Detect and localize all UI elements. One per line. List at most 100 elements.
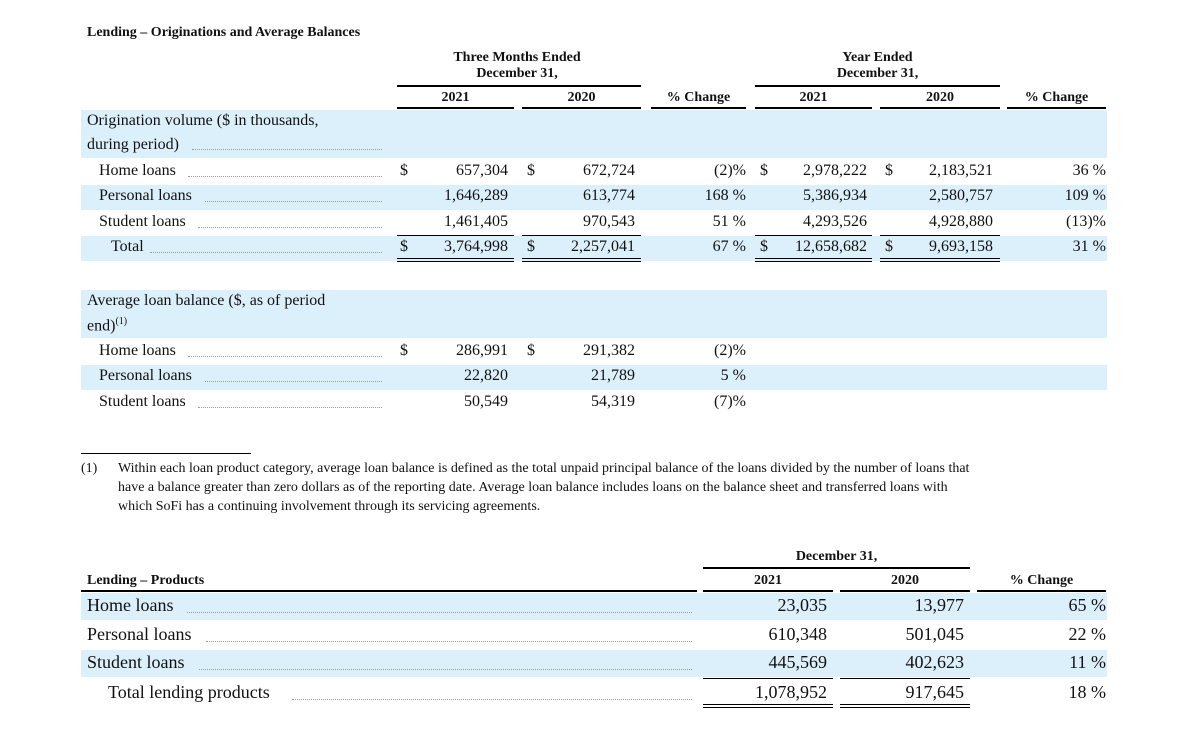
row-label: Student loans — [99, 393, 186, 410]
leader-dots — [188, 176, 382, 177]
cell-qchg: (2)% — [714, 162, 746, 179]
cell-y2020: 9,693,158 — [929, 238, 993, 255]
header-underline — [703, 590, 833, 592]
cell-chg: 18 % — [1068, 682, 1107, 702]
total-double-rule — [840, 707, 970, 708]
cell-q2021: 1,646,289 — [444, 187, 508, 204]
col-2021-header: 2021 — [754, 573, 782, 588]
footnote-line: which SoFi has a continuing involvement … — [118, 499, 541, 514]
cell-2020: 917,645 — [905, 682, 965, 702]
header-three-months-line1: Three Months Ended — [453, 50, 581, 65]
cell-ychg: 109 % — [1064, 187, 1106, 204]
cell-y2021: 5,386,934 — [803, 187, 867, 204]
dollar-sign: $ — [885, 238, 893, 255]
cell-q2021: 286,991 — [456, 342, 508, 359]
col-qchg-header: % Change — [666, 90, 731, 105]
leader-dots — [198, 407, 382, 408]
footnote-marker: (1) — [115, 316, 128, 327]
row-label: Student loans — [87, 652, 185, 672]
header-december: December 31, — [795, 549, 878, 564]
total-double-rule — [880, 258, 1000, 259]
row-label: Total lending products — [108, 682, 270, 702]
footnote-line: have a balance greater than zero dollars… — [118, 480, 948, 495]
leader-dots — [198, 227, 382, 228]
total-rule — [880, 235, 1000, 236]
leader-dots — [187, 612, 692, 613]
leader-dots — [205, 201, 382, 202]
total-double-rule — [397, 261, 514, 262]
dollar-sign: $ — [400, 162, 408, 179]
header-underline — [397, 107, 514, 109]
cell-q2020: 54,319 — [591, 393, 635, 410]
cell-y2021: 2,978,222 — [803, 162, 867, 179]
dollar-sign: $ — [527, 238, 535, 255]
average-label-line2: end)(1) — [87, 316, 127, 335]
cell-qchg: (7)% — [714, 393, 746, 410]
row-label: Home loans — [99, 162, 176, 179]
row-label: Home loans — [99, 342, 176, 359]
cell-2021: 1,078,952 — [755, 682, 827, 702]
total-double-rule — [880, 261, 1000, 262]
leader-dots — [199, 669, 692, 670]
average-label-text: end) — [87, 317, 116, 335]
total-rule — [703, 678, 833, 679]
row-label: Home loans — [87, 595, 174, 615]
header-underline — [977, 590, 1106, 592]
total-double-rule — [755, 258, 872, 259]
cell-q2020: 970,543 — [583, 213, 635, 230]
section-title-originations: Lending – Originations and Average Balan… — [87, 25, 361, 40]
col-y2020-header: 2020 — [926, 90, 954, 105]
cell-2020: 13,977 — [914, 595, 965, 615]
dollar-sign: $ — [400, 342, 408, 359]
cell-y2020: 2,183,521 — [929, 162, 993, 179]
cell-q2020: 291,382 — [583, 342, 635, 359]
total-double-rule — [522, 258, 641, 259]
average-label-line1: Average loan balance ($, as of period — [87, 292, 326, 309]
header-rule — [755, 85, 1000, 87]
cell-q2020: 21,789 — [591, 367, 635, 384]
col-chg-header: % Change — [1009, 573, 1074, 588]
footnote-line: Within each loan product category, avera… — [118, 461, 970, 476]
footnote-text: Within each loan product category, avera… — [118, 459, 969, 516]
cell-q2021: 657,304 — [456, 162, 508, 179]
header-underline — [81, 590, 697, 592]
cell-y2021: 4,293,526 — [803, 213, 867, 230]
cell-qchg: 67 % — [712, 238, 746, 255]
cell-ychg: 31 % — [1072, 238, 1106, 255]
origination-label-line2: during period) — [87, 136, 179, 153]
cell-q2020: 2,257,041 — [571, 238, 635, 255]
header-rule — [703, 567, 970, 569]
cell-q2020: 672,724 — [583, 162, 635, 179]
cell-q2021: 50,549 — [464, 393, 508, 410]
dollar-sign: $ — [885, 162, 893, 179]
cell-chg: 11 % — [1069, 652, 1106, 672]
header-year: Year Ended December 31, — [755, 50, 1000, 82]
header-underline — [651, 107, 746, 109]
cell-ychg: 36 % — [1072, 162, 1106, 179]
total-rule — [522, 235, 641, 236]
total-double-rule — [703, 704, 833, 705]
cell-qchg: 5 % — [720, 367, 746, 384]
cell-y2020: 4,928,880 — [929, 213, 993, 230]
cell-q2021: 22,820 — [464, 367, 508, 384]
cell-2021: 610,348 — [768, 624, 828, 644]
dollar-sign: $ — [527, 162, 535, 179]
row-label: Personal loans — [87, 624, 192, 644]
dollar-sign: $ — [760, 162, 768, 179]
header-rule — [397, 85, 641, 87]
leader-dots — [206, 641, 692, 642]
dollar-sign: $ — [760, 238, 768, 255]
leader-dots — [150, 252, 382, 253]
col-2020-header: 2020 — [891, 573, 919, 588]
cell-2021: 23,035 — [777, 595, 828, 615]
leader-dots — [205, 381, 382, 382]
col-y2021-header: 2021 — [799, 90, 828, 105]
cell-y2021: 12,658,682 — [795, 238, 867, 255]
cell-q2020: 613,774 — [583, 187, 635, 204]
col-q2021-header: 2021 — [441, 90, 470, 105]
total-rule — [755, 235, 872, 236]
dollar-sign: $ — [527, 342, 535, 359]
dollar-sign: $ — [400, 238, 408, 255]
cell-chg: 22 % — [1068, 624, 1107, 644]
cell-q2021: 3,764,998 — [444, 238, 508, 255]
